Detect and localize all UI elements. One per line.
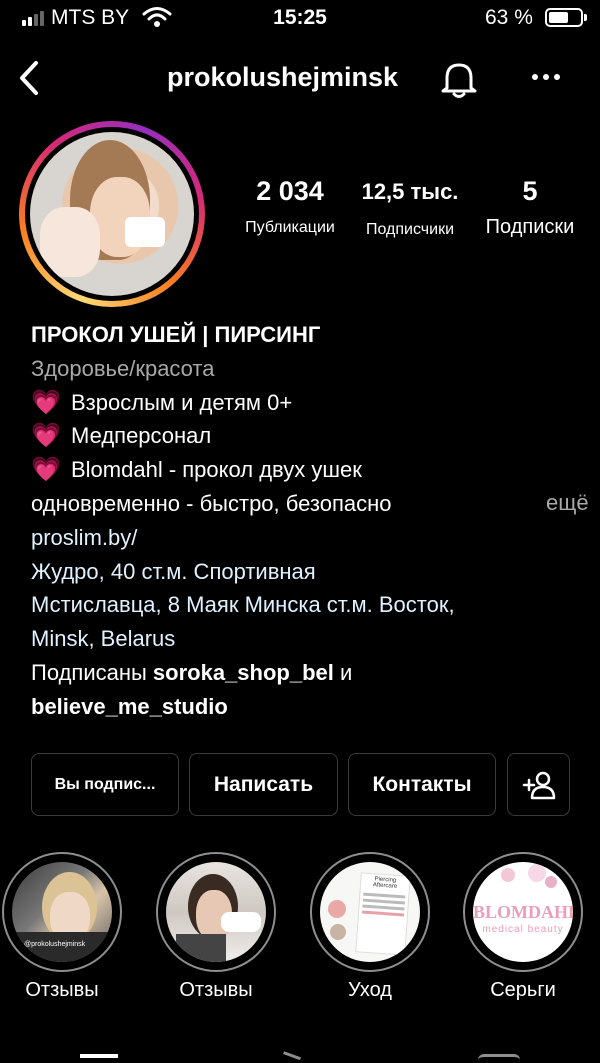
message-button[interactable]: Написать: [189, 753, 338, 816]
grid-icon[interactable]: [80, 1054, 118, 1063]
highlight-label: Отзывы: [179, 979, 253, 1001]
address-link[interactable]: Мстиславца, 8 Маяк Минска ст.м. Восток,: [31, 588, 581, 622]
stat-posts[interactable]: 2 034 Публикации: [235, 176, 345, 237]
following-button[interactable]: Вы подпис...: [31, 753, 179, 816]
bio-line: одновременно - быстро, безопасно: [31, 490, 392, 516]
avatar-photo: [30, 132, 194, 296]
highlight-card-title: Piercing Aftercare: [372, 876, 398, 890]
address-link[interactable]: Жудро, 40 ст.м. Спортивная: [31, 555, 581, 589]
bio-more-link[interactable]: ещё: [546, 486, 589, 520]
stat-posts-value: 2 034: [256, 176, 324, 206]
chevron-left-icon[interactable]: [14, 58, 44, 98]
heart-emoji: 💗: [31, 388, 61, 416]
stat-posts-label: Публикации: [245, 219, 335, 236]
contacts-button[interactable]: Контакты: [348, 753, 496, 816]
stat-following[interactable]: 5 Подписки: [475, 176, 585, 239]
highlight-care[interactable]: Piercing Aftercare Уход: [310, 852, 430, 1002]
tagged-icon[interactable]: [478, 1054, 520, 1063]
reels-icon[interactable]: [281, 1051, 301, 1063]
highlight-reviews-2[interactable]: Отзывы: [156, 852, 276, 1002]
followed-by[interactable]: Подписаны soroka_shop_bel и: [31, 656, 581, 690]
bio-line: 💗 Медперсонал: [31, 419, 581, 453]
highlight-reviews-1[interactable]: @prokolushejminsk Отзывы: [2, 852, 122, 1002]
highlight-cover: [166, 862, 266, 962]
highlight-cover: Piercing Aftercare: [320, 862, 420, 962]
profile-category: Здоровье/красота: [31, 355, 215, 381]
profile-username: prokolushejminsk: [167, 62, 399, 92]
heart-emoji: 💗: [31, 422, 61, 450]
highlight-earrings[interactable]: BLOMDAHL medical beauty Серьги: [463, 852, 583, 1002]
followed-by-user[interactable]: believe_me_studio: [31, 690, 581, 724]
stat-following-label: Подписки: [485, 216, 575, 238]
bell-icon[interactable]: [437, 58, 481, 100]
stat-followers-value: 12,5 тыс.: [361, 179, 459, 204]
profile-bio: ПРОКОЛ УШЕЙ | ПИРСИНГ Здоровье/красота 💗…: [31, 318, 589, 724]
highlight-label: Уход: [348, 979, 392, 1001]
bio-line: 💗 Взрослым и детям 0+: [31, 386, 581, 420]
profile-name: ПРОКОЛ УШЕЙ | ПИРСИНГ: [31, 322, 321, 347]
highlight-label: Отзывы: [25, 979, 99, 1001]
address-link[interactable]: Minsk, Belarus: [31, 622, 581, 656]
profile-avatar[interactable]: [19, 121, 205, 307]
website-link[interactable]: proslim.by/: [31, 521, 581, 555]
battery-percent: 63 %: [485, 6, 533, 29]
bio-line: 💗 Blomdahl - прокол двух ушек: [31, 453, 581, 487]
highlight-cover: @prokolushejminsk: [12, 862, 112, 962]
battery-icon: [545, 8, 583, 27]
add-person-icon: [522, 771, 555, 799]
stat-followers[interactable]: 12,5 тыс. Подписчики: [355, 179, 465, 239]
more-horizontal-icon[interactable]: [528, 64, 564, 90]
stat-following-value: 5: [522, 176, 538, 206]
highlight-tag: @prokolushejminsk: [24, 941, 86, 948]
brand-logo: BLOMDAHL: [473, 902, 573, 922]
highlight-cover: BLOMDAHL medical beauty: [473, 862, 573, 962]
battery-tip: [584, 14, 587, 21]
highlight-label: Серьги: [490, 979, 556, 1001]
brand-sub: medical beauty: [482, 924, 564, 935]
status-bar: MTS BY 15:25 63 %: [0, 0, 600, 38]
heart-emoji: 💗: [31, 456, 61, 484]
add-user-button[interactable]: [507, 753, 570, 816]
stat-followers-label: Подписчики: [365, 221, 454, 238]
